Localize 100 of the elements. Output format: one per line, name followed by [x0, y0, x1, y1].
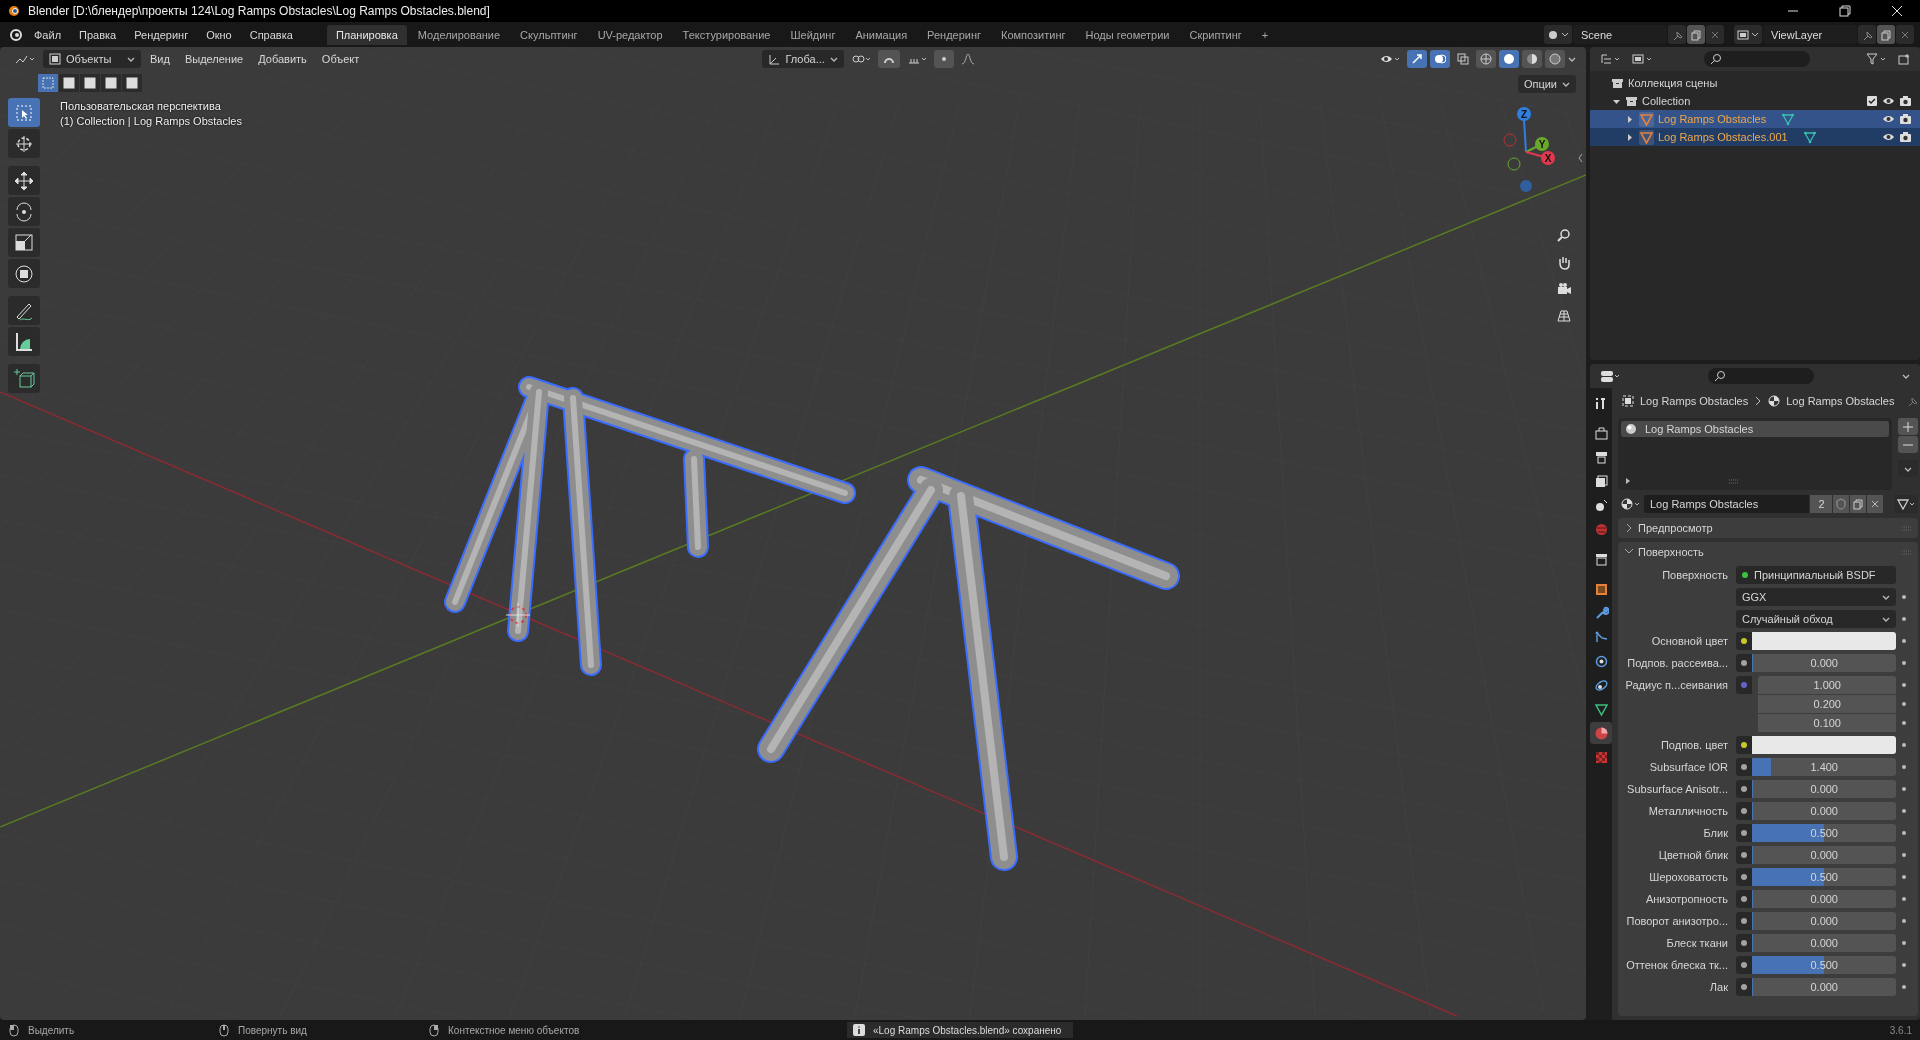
viewport-background[interactable]: Объекты Вид Выделение Добавить Объект Глоба... Опции Пользовательская перспектива (1) Collection | Log Ramps Obstacles Z Y X — [0, 47, 1586, 1020]
scene-field[interactable]: Scene — [1573, 25, 1667, 44]
number-slider[interactable]: 1.400 — [1752, 758, 1897, 776]
overlays-toggle-icon[interactable] — [1430, 50, 1450, 68]
eye-icon[interactable] — [1882, 113, 1895, 125]
eye-icon[interactable] — [1882, 131, 1895, 143]
axis-ball[interactable]: Y — [1535, 137, 1549, 151]
fake-user-icon[interactable] — [1833, 495, 1850, 513]
3d-cursor-icon[interactable] — [505, 602, 531, 628]
link-data-icon[interactable] — [1894, 495, 1919, 513]
copy-icon[interactable] — [1850, 495, 1867, 513]
workspace-tab[interactable]: UV-редактор — [588, 24, 672, 45]
outliner-item[interactable]: Log Ramps Obstacles.001 — [1590, 128, 1920, 146]
menu-item[interactable]: Выделение — [178, 50, 250, 68]
socket-button[interactable] — [1736, 780, 1752, 798]
breadcrumb-item[interactable]: Log Ramps Obstacles — [1786, 395, 1895, 407]
menu-chevron-icon[interactable] — [1898, 460, 1919, 477]
workspace-tab[interactable]: Анимация — [846, 24, 917, 45]
socket-button[interactable] — [1736, 758, 1752, 776]
workspace-tab[interactable]: Моделирование — [408, 24, 510, 45]
workspace-tab[interactable]: Композитинг — [992, 24, 1075, 45]
socket-button[interactable] — [1736, 956, 1752, 974]
dropdown[interactable]: Случайный обход — [1736, 610, 1897, 628]
select-box-icon[interactable] — [8, 98, 40, 127]
number-field[interactable]: 1.000 — [1758, 676, 1897, 694]
rotate-icon[interactable] — [8, 197, 40, 226]
dropdown[interactable]: GGX — [1736, 588, 1897, 606]
scale-icon[interactable] — [8, 228, 40, 257]
socket-button[interactable] — [1736, 654, 1752, 672]
mode-dropdown[interactable]: Объекты — [43, 50, 141, 68]
menu-item[interactable]: Справка — [241, 25, 301, 44]
socket-button[interactable] — [1736, 802, 1752, 820]
outliner-item[interactable]: Collection — [1590, 92, 1920, 110]
workspace-tab[interactable]: Текстурирование — [673, 24, 780, 45]
pin-icon[interactable] — [1858, 25, 1876, 44]
material-shading-icon[interactable] — [1522, 50, 1542, 68]
number-slider[interactable]: 0.000 — [1752, 978, 1897, 996]
number-slider[interactable]: 0.000 — [1752, 890, 1897, 908]
solid-shading-icon[interactable] — [1499, 50, 1519, 68]
outliner-item[interactable]: Log Ramps Obstacles — [1590, 110, 1920, 128]
number-field[interactable]: 0.200 — [1758, 695, 1897, 713]
search-field[interactable] — [1708, 368, 1814, 384]
axis-ball[interactable]: Z — [1517, 107, 1531, 121]
cursor-icon[interactable] — [8, 129, 40, 158]
menu-item[interactable]: Рендеринг — [126, 25, 197, 44]
axis-ball[interactable]: X — [1541, 151, 1555, 165]
workspace-tab[interactable]: Ноды геометрии — [1076, 24, 1179, 45]
ruler-icon[interactable] — [8, 327, 40, 356]
number-slider[interactable]: 0.000 — [1752, 802, 1897, 820]
camera-icon[interactable] — [1899, 131, 1912, 143]
socket-button[interactable] — [1736, 934, 1752, 952]
menu-item[interactable]: Файл — [26, 25, 70, 44]
material-icon[interactable] — [1590, 722, 1612, 744]
move-icon[interactable] — [8, 166, 40, 195]
scene-selector-icon[interactable] — [1544, 25, 1572, 44]
search-field[interactable] — [1704, 51, 1810, 67]
copy-icon[interactable] — [1687, 25, 1705, 44]
number-slider[interactable]: 0.000 — [1752, 780, 1897, 798]
mesh-data-icon[interactable] — [1782, 112, 1795, 126]
options-dropdown[interactable]: Опции — [1517, 75, 1576, 93]
eye-icon[interactable] — [1882, 95, 1895, 107]
add-icon[interactable] — [1898, 418, 1919, 435]
wireframe-shading-icon[interactable] — [1476, 50, 1496, 68]
rendered-shading-icon[interactable] — [1545, 50, 1565, 68]
socket-button[interactable] — [1736, 868, 1752, 886]
log-ramp-drawing[interactable] — [444, 376, 856, 676]
view-layer-selector-icon[interactable] — [1734, 25, 1762, 44]
close-icon[interactable] — [1706, 25, 1724, 44]
selection-mode-icon[interactable] — [59, 74, 79, 92]
orientation-dropdown[interactable]: Глоба... — [762, 50, 844, 68]
proportional-edit-icon[interactable] — [933, 50, 954, 68]
workspace-tab[interactable]: Рендеринг — [918, 24, 991, 45]
panel-header[interactable]: Предпросмотр — [1618, 518, 1919, 538]
pin-icon[interactable] — [1906, 395, 1919, 407]
menu-item[interactable]: Добавить — [252, 50, 313, 68]
gizmo-toggle-icon[interactable] — [1407, 50, 1427, 68]
socket-button[interactable] — [1736, 736, 1752, 754]
camera-icon[interactable] — [1899, 113, 1912, 125]
menu-item[interactable]: Объект — [315, 50, 366, 68]
number-slider[interactable]: 0.000 — [1752, 912, 1897, 930]
close-icon[interactable] — [1896, 25, 1914, 44]
add-cube-icon[interactable] — [8, 364, 40, 393]
menu-item[interactable]: Вид — [144, 50, 176, 68]
number-field[interactable]: 0.100 — [1758, 714, 1897, 732]
socket-button[interactable] — [1736, 890, 1752, 908]
log-ramp-drawing[interactable] — [757, 466, 1180, 871]
blender-logo-icon[interactable] — [8, 26, 24, 43]
copy-icon[interactable] — [1877, 25, 1895, 44]
selection-mode-icon[interactable] — [80, 74, 100, 92]
number-slider[interactable]: 0.000 — [1752, 654, 1897, 672]
socket-button[interactable] — [1736, 912, 1752, 930]
expand-arrow-icon[interactable] — [1625, 477, 1631, 485]
camera-icon[interactable] — [1899, 95, 1912, 107]
transform-icon[interactable] — [8, 259, 40, 288]
number-slider[interactable]: 0.000 — [1752, 846, 1897, 864]
socket-button[interactable] — [1736, 978, 1752, 996]
shader-selector[interactable]: Принципиальный BSDF — [1736, 566, 1897, 584]
material-name-field[interactable]: Log Ramps Obstacles — [1644, 495, 1810, 513]
resize-grip-icon[interactable] — [1729, 478, 1739, 484]
selection-mode-icon[interactable] — [101, 74, 121, 92]
